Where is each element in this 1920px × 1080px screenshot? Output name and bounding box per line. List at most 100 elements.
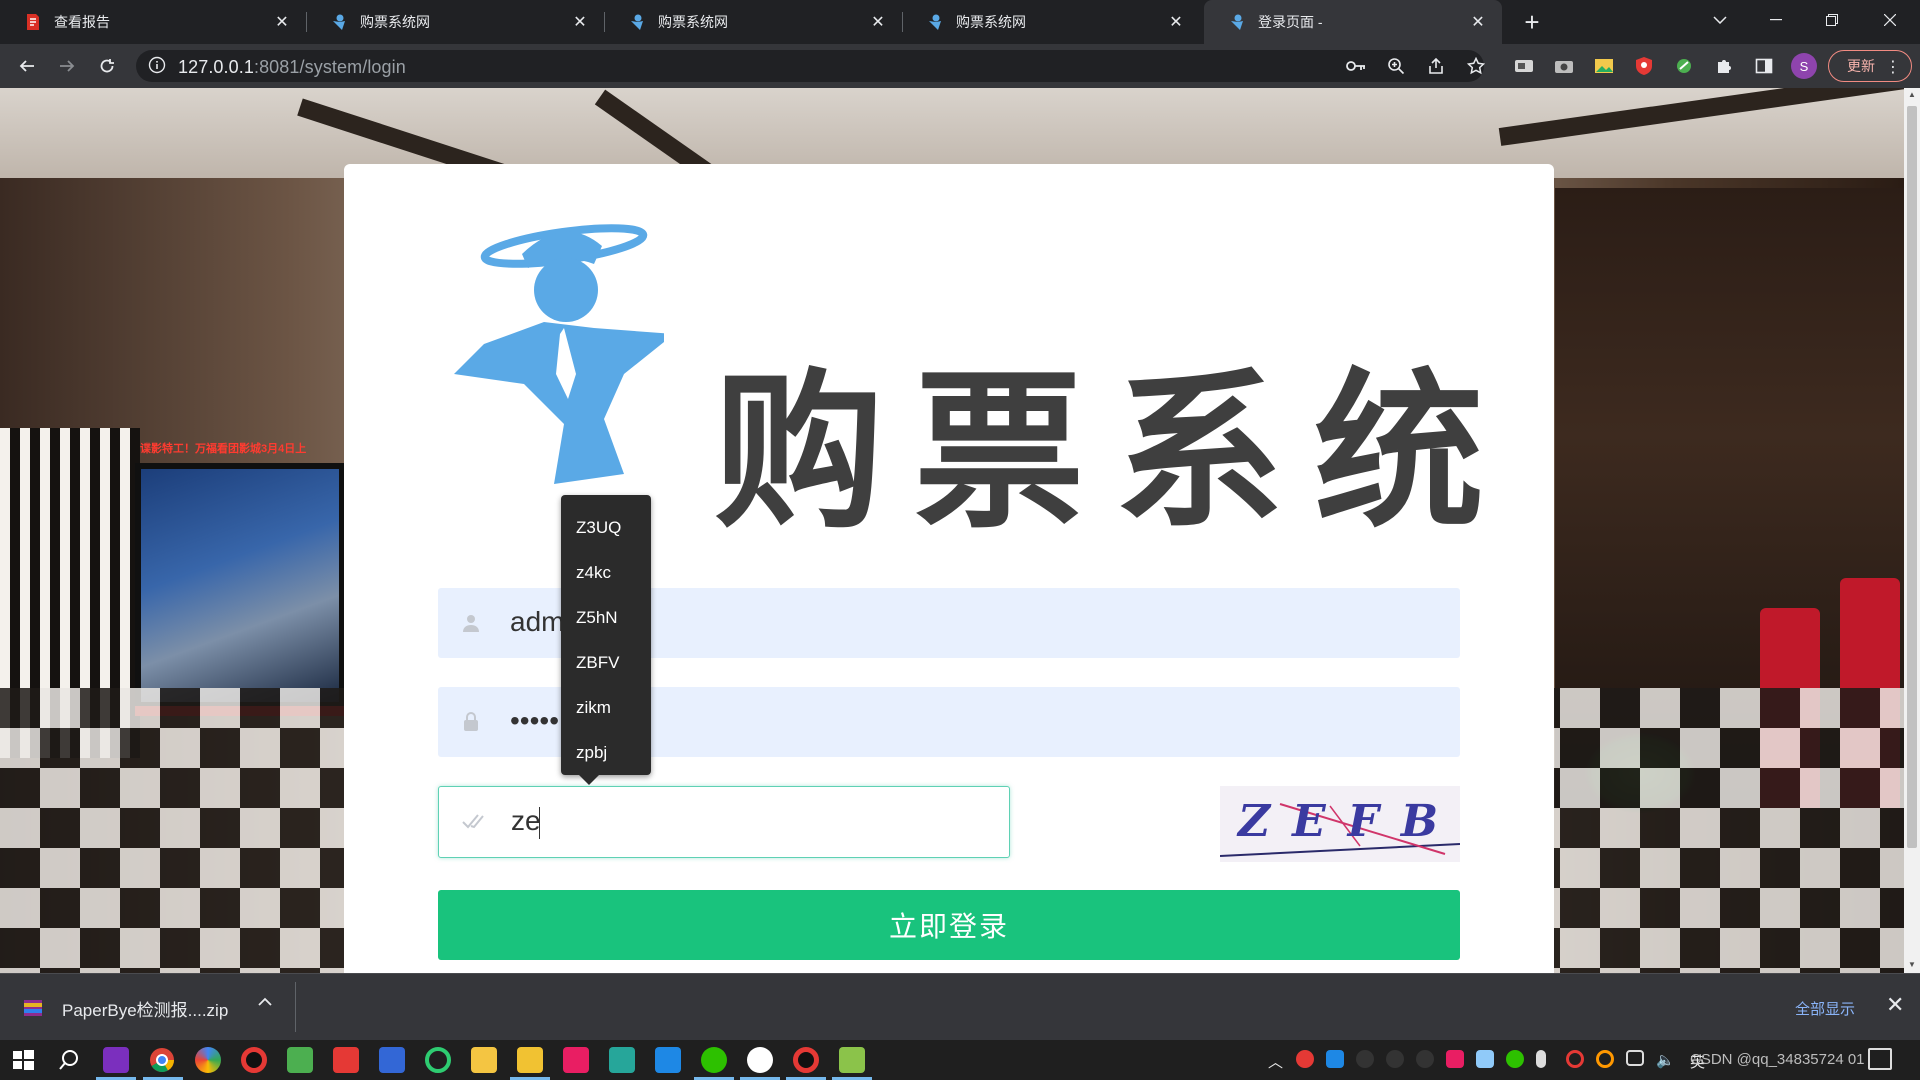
captcha-image[interactable]: ZEFB bbox=[1220, 786, 1460, 862]
tray-wechat-icon[interactable] bbox=[1506, 1050, 1524, 1068]
address-bar[interactable]: 127.0.0.1:8081/system/login bbox=[136, 50, 1485, 82]
tab-title: 购票系统网 bbox=[360, 14, 430, 30]
mascot-icon bbox=[628, 13, 646, 31]
profile-avatar[interactable]: S bbox=[1791, 53, 1817, 79]
share-icon[interactable] bbox=[1424, 54, 1448, 78]
file-explorer-icon[interactable] bbox=[517, 1047, 543, 1073]
tray-light-icon[interactable] bbox=[1476, 1050, 1494, 1068]
close-download-bar-icon[interactable]: ✕ bbox=[1886, 992, 1904, 1018]
tray-network-icon[interactable] bbox=[1626, 1050, 1644, 1066]
tray-qq-icon[interactable] bbox=[1386, 1050, 1404, 1068]
wechat-app-icon[interactable] bbox=[701, 1047, 727, 1073]
zoom-icon[interactable] bbox=[1384, 54, 1408, 78]
login-button[interactable]: 立即登录 bbox=[438, 890, 1460, 960]
forward-icon[interactable] bbox=[51, 50, 83, 82]
captcha-image-text: ZEFB bbox=[1238, 796, 1460, 847]
translate-extension-icon[interactable] bbox=[1512, 54, 1536, 78]
recorder-app-icon[interactable] bbox=[241, 1047, 267, 1073]
tray-pink-icon[interactable] bbox=[1446, 1050, 1464, 1068]
sync-app-icon[interactable] bbox=[425, 1047, 451, 1073]
mascot-logo-icon bbox=[444, 224, 674, 489]
page-scrollbar[interactable]: ▲ ▼ bbox=[1904, 88, 1920, 973]
tray-volume-icon[interactable]: 🔈 bbox=[1656, 1051, 1675, 1069]
jetbrains-app-icon[interactable] bbox=[103, 1047, 129, 1073]
captcha-value: ze bbox=[511, 805, 541, 836]
shield-extension-icon[interactable] bbox=[1632, 54, 1656, 78]
side-panel-icon[interactable] bbox=[1752, 54, 1776, 78]
minimize-icon[interactable] bbox=[1748, 0, 1804, 40]
notepad-app-icon[interactable] bbox=[839, 1047, 865, 1073]
toolbox-app-icon[interactable] bbox=[379, 1047, 405, 1073]
autocomplete-item[interactable]: ZBFV bbox=[561, 640, 651, 685]
teal-app-icon[interactable] bbox=[609, 1047, 635, 1073]
download-item[interactable]: PaperBye检测报....zip bbox=[22, 992, 228, 1024]
autocomplete-item[interactable]: z4kc bbox=[561, 550, 651, 595]
tab-ticket-3[interactable]: 购票系统网 ✕ bbox=[902, 0, 1200, 44]
close-tab-icon[interactable]: ✕ bbox=[1468, 12, 1488, 32]
chrome-app-icon[interactable] bbox=[149, 1047, 175, 1073]
tray-search-icon[interactable] bbox=[1596, 1050, 1614, 1068]
tray-weibo-icon[interactable] bbox=[1296, 1050, 1314, 1068]
captcha-input[interactable]: ze bbox=[438, 786, 1010, 858]
autocomplete-item[interactable]: Z3UQ bbox=[561, 505, 651, 550]
close-tab-icon[interactable]: ✕ bbox=[868, 12, 888, 32]
tab-ticket-1[interactable]: 购票系统网 ✕ bbox=[306, 0, 604, 44]
restore-icon[interactable] bbox=[1804, 0, 1860, 40]
close-tab-icon[interactable]: ✕ bbox=[1166, 12, 1186, 32]
chevron-up-icon[interactable] bbox=[258, 994, 272, 1012]
tray-qq-icon[interactable] bbox=[1416, 1050, 1434, 1068]
windows-start-icon[interactable] bbox=[10, 1047, 36, 1073]
notification-icon[interactable] bbox=[1868, 1048, 1892, 1070]
windows-taskbar: ︿ 🔈 英 CSDN @qq_34835724 01 bbox=[0, 1040, 1920, 1080]
white-app-icon[interactable] bbox=[747, 1047, 773, 1073]
close-window-icon[interactable] bbox=[1862, 0, 1918, 40]
tray-mic-icon[interactable] bbox=[1536, 1050, 1546, 1068]
blue-app-icon[interactable] bbox=[655, 1047, 681, 1073]
reload-icon[interactable] bbox=[91, 50, 123, 82]
autocomplete-pointer bbox=[579, 775, 599, 785]
key-icon[interactable] bbox=[1344, 54, 1368, 78]
scrollbar-thumb[interactable] bbox=[1907, 106, 1917, 848]
leaf-extension-icon[interactable] bbox=[1672, 54, 1696, 78]
url-host: 127.0.0.1 bbox=[178, 57, 254, 77]
folder-app-icon[interactable] bbox=[471, 1047, 497, 1073]
background-movie-screen bbox=[135, 463, 345, 708]
download-file-name: PaperBye检测报....zip bbox=[62, 1000, 229, 1020]
check-icon bbox=[461, 811, 485, 836]
record-app-icon[interactable] bbox=[793, 1047, 819, 1073]
tab-login[interactable]: 登录页面 - ✕ bbox=[1204, 0, 1502, 44]
more-menu-icon[interactable]: ⋮ bbox=[1885, 57, 1901, 77]
back-icon[interactable] bbox=[11, 50, 43, 82]
red-app-icon[interactable] bbox=[333, 1047, 359, 1073]
tray-blue-icon[interactable] bbox=[1326, 1050, 1344, 1068]
extensions-puzzle-icon[interactable] bbox=[1712, 54, 1736, 78]
photo-app-icon[interactable] bbox=[287, 1047, 313, 1073]
tab-search-icon[interactable] bbox=[1692, 0, 1748, 40]
tab-strip: 查看报告 ✕ 购票系统网 ✕ 购票系统网 ✕ 购票系统网 ✕ 登录页面 - ✕ … bbox=[0, 0, 1920, 44]
tray-qq-icon[interactable] bbox=[1356, 1050, 1374, 1068]
tray-record-icon[interactable] bbox=[1566, 1050, 1584, 1068]
url-text: 127.0.0.1:8081/system/login bbox=[178, 57, 406, 78]
new-tab-button[interactable]: + bbox=[1518, 7, 1546, 37]
autocomplete-item[interactable]: Z5hN bbox=[561, 595, 651, 640]
update-label: 更新 bbox=[1847, 58, 1875, 74]
autocomplete-item[interactable]: zpbj bbox=[561, 730, 651, 775]
edge-app-icon[interactable] bbox=[195, 1047, 221, 1073]
tray-chevron-icon[interactable]: ︿ bbox=[1268, 1051, 1283, 1072]
site-info-icon[interactable] bbox=[148, 56, 166, 79]
scroll-up-icon[interactable]: ▲ bbox=[1908, 90, 1916, 99]
close-tab-icon[interactable]: ✕ bbox=[272, 12, 292, 32]
update-button[interactable]: 更新 ⋮ bbox=[1828, 50, 1912, 82]
show-all-downloads-link[interactable]: 全部显示 bbox=[1795, 998, 1855, 1019]
scroll-down-icon[interactable]: ▼ bbox=[1908, 960, 1916, 969]
camera-extension-icon[interactable] bbox=[1552, 54, 1576, 78]
image-extension-icon[interactable] bbox=[1592, 54, 1616, 78]
close-tab-icon[interactable]: ✕ bbox=[570, 12, 590, 32]
bookmark-star-icon[interactable] bbox=[1464, 54, 1488, 78]
divider bbox=[295, 982, 296, 1032]
search-icon[interactable] bbox=[56, 1047, 82, 1073]
pink-app-icon[interactable] bbox=[563, 1047, 589, 1073]
autocomplete-item[interactable]: zikm bbox=[561, 685, 651, 730]
tab-ticket-2[interactable]: 购票系统网 ✕ bbox=[604, 0, 902, 44]
tab-report[interactable]: 查看报告 ✕ bbox=[0, 0, 306, 44]
